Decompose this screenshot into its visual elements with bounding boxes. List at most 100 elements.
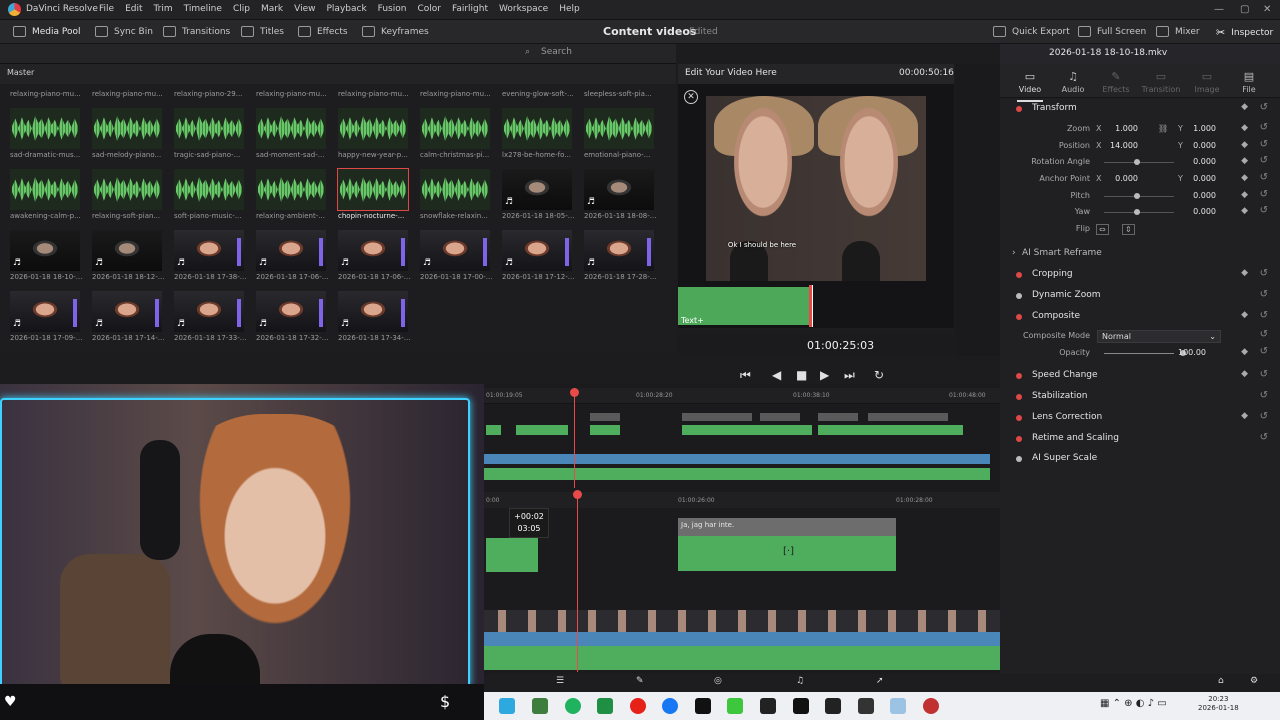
search-input[interactable]: Search <box>541 47 659 60</box>
position-x-field[interactable]: 14.000 <box>1098 141 1138 150</box>
taskbar-app-icon[interactable] <box>890 698 906 714</box>
reset-icon[interactable]: ↺ <box>1260 102 1268 113</box>
taskbar-app-icon[interactable] <box>565 698 581 714</box>
transitions-button[interactable]: Transitions <box>163 26 230 37</box>
speed-change-enable-dot[interactable] <box>1016 373 1022 379</box>
timeline-ruler-upper[interactable] <box>484 388 1000 404</box>
audio-track[interactable] <box>484 632 1000 646</box>
stabilization-enable-dot[interactable] <box>1016 394 1022 400</box>
media-clip[interactable]: emotional-piano-... <box>584 102 666 162</box>
fairlight-page-icon[interactable]: ♫ <box>796 676 804 686</box>
media-clip[interactable]: ♬ 2026-01-18 17-33-... <box>174 285 256 345</box>
taskbar-app-icon[interactable] <box>793 698 809 714</box>
timeline-clip[interactable] <box>590 425 620 435</box>
media-clip[interactable]: tragic-sad-piano-... <box>174 102 256 162</box>
reset-icon[interactable]: ↺ <box>1260 122 1268 133</box>
anchor-x-field[interactable]: 0.000 <box>1098 174 1138 183</box>
reset-icon[interactable]: ↺ <box>1260 310 1268 321</box>
reset-icon[interactable]: ↺ <box>1260 289 1268 300</box>
timeline-clip-trimmed[interactable] <box>486 538 538 572</box>
taskbar-app-icon[interactable] <box>858 698 874 714</box>
taskbar-app-icon[interactable] <box>695 698 711 714</box>
timeline-clip[interactable] <box>590 413 620 421</box>
opacity-field[interactable]: 100.00 <box>1166 348 1206 357</box>
slider-knob[interactable] <box>1134 193 1140 199</box>
media-clip[interactable]: ♬ 2026-01-18 17-12-... <box>502 224 584 284</box>
taskbar-app-icon[interactable] <box>727 698 743 714</box>
keyframe-icon[interactable]: ◆ <box>1241 173 1248 183</box>
tab-effects[interactable]: ✎ Effects <box>1093 70 1139 94</box>
section-stabilization[interactable]: Stabilization ↺ <box>1004 388 1276 407</box>
tab-video[interactable]: ▭ Video <box>1007 70 1053 102</box>
media-clip[interactable]: ♬ 2026-01-18 18-08-... <box>584 163 666 223</box>
media-clip[interactable]: ♬ 2026-01-18 17-14-... <box>92 285 174 345</box>
pitch-field[interactable]: 0.000 <box>1176 191 1216 200</box>
reset-icon[interactable]: ↺ <box>1260 369 1268 380</box>
reset-icon[interactable]: ↺ <box>1260 155 1268 166</box>
section-smart-reframe[interactable]: › AI Smart Reframe <box>1004 245 1276 264</box>
menu-item[interactable]: Trim <box>154 4 173 14</box>
tab-image[interactable]: ▭ Image <box>1184 70 1230 94</box>
keyframe-icon[interactable]: ◆ <box>1241 123 1248 133</box>
taskbar-app-icon[interactable] <box>825 698 841 714</box>
tab-file[interactable]: ▤ File <box>1226 70 1272 94</box>
reset-icon[interactable]: ↺ <box>1260 390 1268 401</box>
home-icon[interactable]: ⌂ <box>1218 676 1224 686</box>
playhead-lower[interactable] <box>577 492 578 672</box>
media-clip[interactable]: sad-melody-piano... <box>92 102 174 162</box>
resolve-taskbar-icon[interactable] <box>923 698 939 714</box>
tab-transition[interactable]: ▭ Transition <box>1138 70 1184 94</box>
media-clip[interactable]: soft-piano-music-... <box>174 163 256 223</box>
media-clip[interactable]: ♬ 2026-01-18 17-06-... <box>338 224 420 284</box>
taskbar-clock[interactable]: 20:23 2026-01-18 <box>1198 695 1239 713</box>
opacity-slider[interactable] <box>1104 350 1186 356</box>
close-circle-icon[interactable]: ✕ <box>684 90 698 104</box>
deliver-page-icon[interactable]: ➚ <box>876 676 884 686</box>
super-scale-enable-dot[interactable] <box>1016 456 1022 462</box>
youtube-icon[interactable] <box>630 698 646 714</box>
mixer-button[interactable]: Mixer <box>1156 26 1200 37</box>
keyframe-icon[interactable]: ◆ <box>1241 156 1248 166</box>
reset-icon[interactable]: ↺ <box>1260 346 1268 357</box>
sync-bin-button[interactable]: Sync Bin <box>95 26 153 37</box>
section-dynamic-zoom[interactable]: Dynamic Zoom ↺ <box>1004 287 1276 306</box>
composite-mode-select[interactable]: Normal ⌄ <box>1097 330 1221 343</box>
media-clip[interactable]: ♬ 2026-01-18 17-06-... <box>256 224 338 284</box>
media-clip[interactable]: ♬ 2026-01-18 17-34-... <box>338 285 420 345</box>
audio-track-2[interactable] <box>484 646 1000 670</box>
media-clip[interactable]: sad-moment-sad-... <box>256 102 338 162</box>
keyframe-icon[interactable]: ◆ <box>1241 347 1248 357</box>
media-clip[interactable]: awakening-calm-p... <box>10 163 92 223</box>
viewer-title[interactable]: Edit Your Video Here <box>685 68 777 78</box>
play-icon[interactable]: ▶ <box>820 368 829 382</box>
edit-page-icon[interactable]: ☰ <box>556 676 564 686</box>
taskbar-app-icon[interactable] <box>760 698 776 714</box>
keyframe-icon[interactable]: ◆ <box>1241 411 1248 421</box>
rotation-field[interactable]: 0.000 <box>1176 157 1216 166</box>
color-page-icon[interactable]: ◎ <box>714 676 722 686</box>
section-cropping[interactable]: Cropping ◆ ↺ <box>1004 266 1276 285</box>
media-clip[interactable]: relaxing-soft-pian... <box>92 163 174 223</box>
menu-item[interactable]: Fairlight <box>452 4 488 14</box>
stop-icon[interactable]: ■ <box>796 368 807 382</box>
section-super-scale[interactable]: AI Super Scale <box>1004 450 1276 469</box>
yaw-field[interactable]: 0.000 <box>1176 207 1216 216</box>
mini-playhead[interactable] <box>809 285 813 327</box>
keyframes-button[interactable]: Keyframes <box>362 26 429 37</box>
reset-icon[interactable]: ↺ <box>1260 411 1268 422</box>
media-clip[interactable]: ♬ 2026-01-18 18-12-... <box>92 224 174 284</box>
slider-knob[interactable] <box>1134 159 1140 165</box>
keyframe-icon[interactable]: ◆ <box>1241 369 1248 379</box>
slider-knob[interactable] <box>1134 209 1140 215</box>
media-clip[interactable]: ♬ 2026-01-18 18-10-... <box>10 224 92 284</box>
flip-vertical-icon[interactable]: ⇕ <box>1122 224 1135 235</box>
playhead-upper[interactable] <box>574 388 575 488</box>
audio-track-upper-2[interactable] <box>484 468 990 480</box>
taskbar-app-icon[interactable] <box>597 698 613 714</box>
media-clip[interactable]: lx278-be-home-fo... <box>502 102 584 162</box>
composite-enable-dot[interactable] <box>1016 314 1022 320</box>
media-clip[interactable]: ♬ 2026-01-18 17-38-... <box>174 224 256 284</box>
maximize-icon[interactable]: ▢ <box>1240 4 1249 15</box>
media-clip[interactable]: sad-dramatic-mus... <box>10 102 92 162</box>
transform-enable-dot[interactable] <box>1016 106 1022 112</box>
